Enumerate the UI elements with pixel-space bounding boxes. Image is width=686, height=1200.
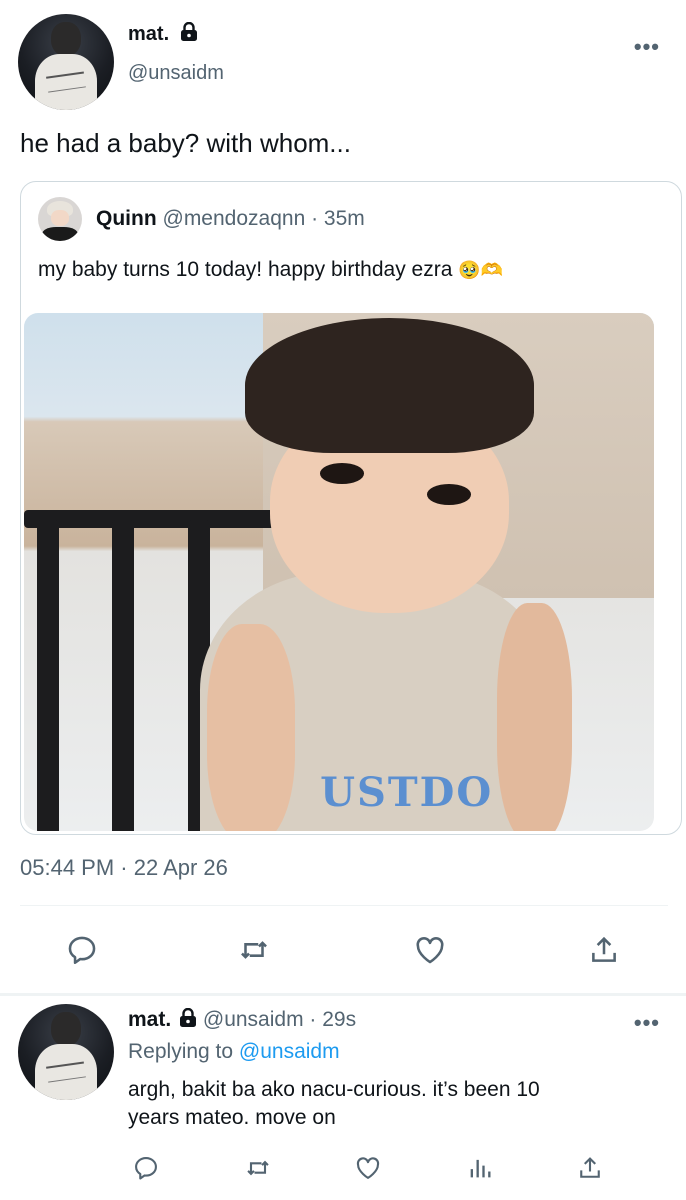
kid-hair	[244, 318, 535, 453]
like-button[interactable]	[408, 928, 452, 972]
reply-text-line: years mateo. move on	[128, 1106, 336, 1129]
reply-author-name[interactable]: mat.	[128, 1008, 171, 1031]
divider	[20, 905, 668, 906]
emoji-pleading-hands: 🥹🫶	[458, 260, 504, 280]
views-icon	[470, 1159, 491, 1178]
shirt-logo: USTDO	[320, 768, 494, 816]
kid-arm	[496, 603, 573, 831]
kid-eye	[427, 483, 472, 505]
replying-to-handle[interactable]: @unsaidm	[239, 1040, 340, 1063]
quoted-time: · 35m	[311, 207, 365, 230]
reply-author-avatar[interactable]	[18, 1004, 114, 1100]
lock-icon	[179, 1007, 197, 1034]
heart-icon	[356, 1157, 380, 1179]
tweet-text: he had a baby? with whom...	[20, 128, 351, 158]
reply-retweet-button[interactable]	[238, 1148, 278, 1188]
chair-bar	[112, 520, 135, 831]
author-avatar[interactable]	[18, 14, 114, 110]
reply-icon	[135, 1157, 157, 1180]
author-name[interactable]: mat.	[128, 23, 169, 45]
replying-to-line: Replying to @unsaidm	[128, 1040, 340, 1064]
reply-share-button[interactable]	[570, 1148, 610, 1188]
reply-views-button[interactable]	[460, 1148, 500, 1188]
author-handle[interactable]: @unsaidm	[128, 62, 224, 85]
kid-eye	[320, 463, 365, 484]
chair-bar	[36, 520, 59, 831]
reply-time: · 29s	[309, 1008, 357, 1031]
share-icon	[580, 1157, 600, 1178]
chair-bar	[24, 509, 302, 528]
quoted-text: my baby turns 10 today! happy birthday e…	[38, 258, 453, 281]
heart-icon	[416, 937, 444, 964]
reply-button[interactable]	[60, 928, 104, 972]
reply-more-options-icon[interactable]: •••	[634, 1010, 660, 1036]
reply-author-row[interactable]: mat. @unsaidm · 29s	[128, 1007, 357, 1034]
reply-text-line: argh, bakit ba ako nacu-curious. it’s be…	[128, 1078, 540, 1101]
lock-icon	[180, 21, 198, 47]
quoted-author-avatar[interactable]	[38, 197, 82, 241]
retweet-icon	[241, 941, 267, 959]
share-button[interactable]	[582, 928, 626, 972]
reply-reply-button[interactable]	[126, 1148, 166, 1188]
tweet-timestamp[interactable]: 05:44 PM · 22 Apr 26	[20, 855, 228, 881]
reply-author-handle[interactable]: @unsaidm	[203, 1008, 304, 1031]
quoted-author-row[interactable]: Quinn @mendozaqnn · 35m	[96, 207, 365, 231]
quoted-author-handle[interactable]: @mendozaqnn	[163, 207, 306, 230]
section-divider	[0, 993, 686, 996]
more-options-icon[interactable]: •••	[634, 34, 660, 60]
quoted-photo[interactable]: USTDO	[24, 313, 654, 831]
kid-arm	[206, 623, 295, 831]
quoted-author-name[interactable]: Quinn	[96, 207, 157, 230]
share-icon	[592, 936, 616, 962]
reply-text: argh, bakit ba ako nacu-curious. it’s be…	[128, 1076, 540, 1132]
retweet-icon	[247, 1160, 269, 1176]
author-name-row[interactable]: mat.	[128, 21, 198, 47]
reply-like-button[interactable]	[348, 1148, 388, 1188]
retweet-button[interactable]	[232, 928, 276, 972]
replying-to-label: Replying to	[128, 1040, 234, 1063]
reply-icon	[68, 936, 96, 965]
quoted-text-row: my baby turns 10 today! happy birthday e…	[38, 258, 503, 282]
